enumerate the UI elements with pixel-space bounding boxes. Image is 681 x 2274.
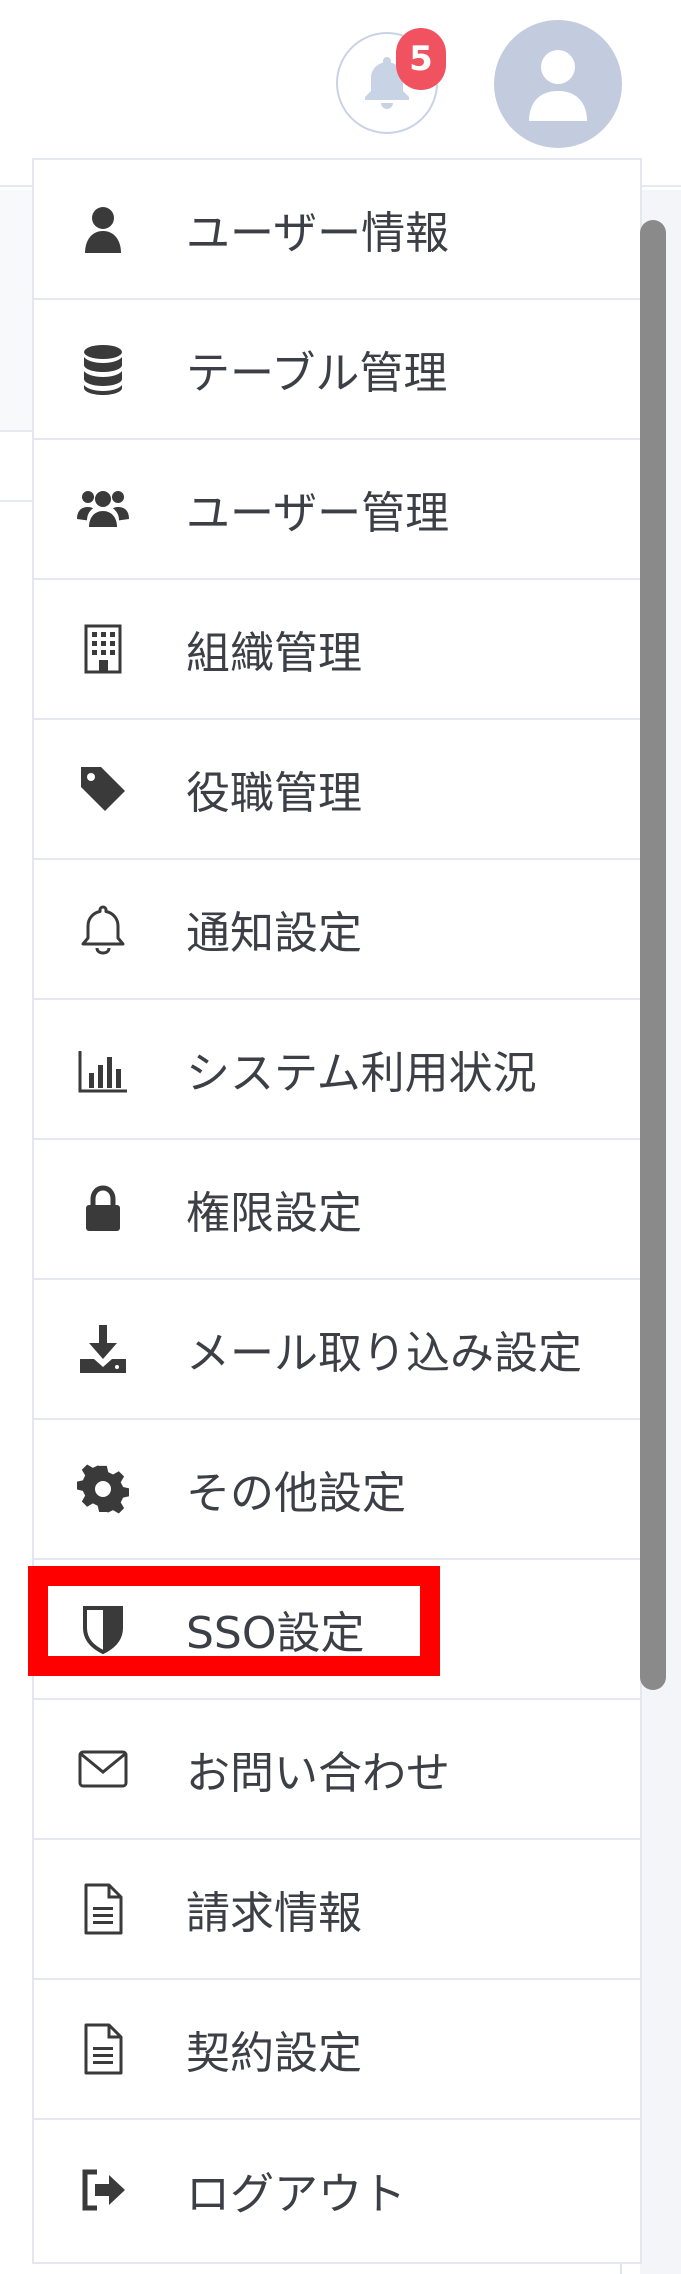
lock-icon [70,1183,136,1235]
bar-chart-icon [70,1043,136,1095]
menu-item-label: その他設定 [186,1468,406,1519]
shield-icon [70,1603,136,1655]
user-icon [529,50,587,121]
menu-item-position-management[interactable]: 役職管理 [34,720,640,860]
menu-item-contract-settings[interactable]: 契約設定 [34,1980,640,2120]
document-icon [70,2023,136,2075]
account-dropdown-menu: ユーザー情報 テーブル管理 ユーザー管理 組織管理 役職管理 通知設定 システム… [32,158,642,2264]
gear-icon [70,1463,136,1515]
menu-item-logout[interactable]: ログアウト [34,2120,640,2260]
user-icon [70,203,136,255]
menu-item-label: お問い合わせ [186,1748,450,1799]
bell-outline-icon [70,903,136,955]
menu-item-user-management[interactable]: ユーザー管理 [34,440,640,580]
document-icon [70,1883,136,1935]
envelope-icon [70,1743,136,1795]
menu-item-label: 契約設定 [186,2028,362,2079]
database-icon [70,343,136,395]
menu-item-permission-settings[interactable]: 権限設定 [34,1140,640,1280]
menu-item-mail-import-settings[interactable]: メール取り込み設定 [34,1280,640,1420]
menu-item-label: 通知設定 [186,908,362,959]
menu-item-label: 組織管理 [186,628,362,679]
menu-item-label: システム利用状況 [186,1048,537,1099]
menu-item-label: 役職管理 [186,768,362,819]
menu-item-system-usage[interactable]: システム利用状況 [34,1000,640,1140]
menu-item-organization-management[interactable]: 組織管理 [34,580,640,720]
menu-item-user-info[interactable]: ユーザー情報 [34,160,640,300]
menu-item-label: テーブル管理 [186,348,448,399]
menu-item-table-management[interactable]: テーブル管理 [34,300,640,440]
tag-icon [70,763,136,815]
notification-badge: 5 [396,28,446,90]
menu-scrollbar[interactable] [640,220,666,1690]
menu-item-label: メール取り込み設定 [186,1328,582,1379]
menu-item-label: ユーザー情報 [186,208,450,259]
users-icon [70,483,136,535]
menu-item-label: 請求情報 [186,1888,362,1939]
avatar[interactable] [494,20,622,148]
menu-item-label: 権限設定 [186,1188,362,1239]
menu-item-sso-settings[interactable]: SSO設定 [34,1560,640,1700]
menu-item-label: SSO設定 [186,1608,365,1659]
menu-item-billing-info[interactable]: 請求情報 [34,1840,640,1980]
menu-item-contact[interactable]: お問い合わせ [34,1700,640,1840]
menu-item-other-settings[interactable]: その他設定 [34,1420,640,1560]
menu-item-label: ユーザー管理 [186,488,450,539]
menu-item-notification-settings[interactable]: 通知設定 [34,860,640,1000]
menu-item-label: ログアウト [186,2169,406,2220]
building-icon [70,623,136,675]
download-icon [70,1323,136,1375]
logout-icon [70,2164,136,2216]
